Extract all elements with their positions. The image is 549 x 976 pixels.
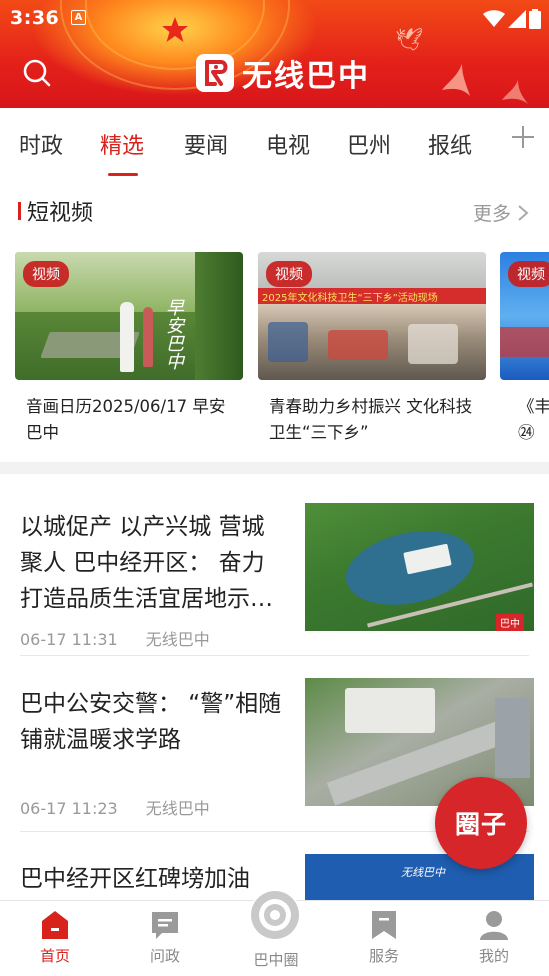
- video-thumbnail: 2025年文化科技卫生“三下乡”活动现场 视频: [258, 252, 486, 380]
- video-thumbnail: 视频: [500, 252, 549, 380]
- video-overlay-text: 早安巴中: [163, 298, 184, 370]
- active-tab-indicator: [108, 173, 138, 176]
- video-badge: 视频: [508, 261, 549, 287]
- bottom-nav: 首页 问政 巴中圈 服务 我的: [0, 889, 549, 976]
- nav-service[interactable]: 服务: [349, 909, 419, 966]
- status-bar: 3:36 A: [0, 0, 549, 36]
- news-time: 06-17 11:31: [20, 630, 118, 649]
- section-marker: [18, 202, 21, 220]
- nav-label: 问政: [149, 947, 180, 965]
- tab-dianshi[interactable]: 电视: [266, 128, 310, 160]
- tab-yaowen[interactable]: 要闻: [184, 128, 228, 160]
- video-card[interactable]: 早安巴中 视频 音画日历2025/06/17 早安巴中: [15, 252, 243, 446]
- wifi-icon: [483, 10, 505, 27]
- app-title: 无线巴中: [242, 59, 370, 94]
- news-source: 无线巴中: [145, 799, 210, 818]
- more-label: 更多: [472, 203, 511, 225]
- news-title: 巴中公安交警： “警”相随 铺就温暖求学路: [20, 691, 282, 753]
- app-header: 🕊 3:36 A 无线巴中: [0, 0, 549, 108]
- video-title: 《丰㉔: [518, 397, 549, 442]
- news-watermark: 巴中: [496, 614, 524, 631]
- tab-bazhou[interactable]: 巴州: [347, 128, 391, 160]
- chevron-right-icon: [518, 204, 529, 221]
- video-card[interactable]: 视频 《丰㉔: [500, 252, 549, 446]
- news-meta: 06-17 11:23 无线巴中: [20, 795, 210, 819]
- nav-bazhongquan[interactable]: [249, 889, 301, 941]
- logo-mark-icon: [196, 54, 234, 92]
- news-item[interactable]: 以城促产 以产兴城 营城聚人 巴中经开区： 奋力打造品质生活宜居地示… 06-1…: [0, 474, 549, 654]
- tab-baozhi[interactable]: 报纸: [428, 128, 472, 160]
- user-icon: [480, 911, 508, 940]
- app-screen: 🕊 3:36 A 无线巴中 时政 精选 要闻 电视 巴州 报纸 短视频 更多 早…: [0, 0, 549, 976]
- tab-jingxuan[interactable]: 精选: [100, 128, 144, 160]
- app-logo: 无线巴中: [196, 51, 370, 95]
- news-title: 以城促产 以产兴城 营城聚人 巴中经开区： 奋力打造品质生活宜居地示…: [20, 514, 273, 612]
- nav-wenzheng[interactable]: 问政: [130, 909, 200, 966]
- section-divider: [0, 462, 549, 474]
- video-title: 青春助力乡村振兴 文化科技卫生“三下乡”: [269, 397, 473, 442]
- more-link[interactable]: 更多: [473, 199, 529, 226]
- news-thumb-text: 无线巴中: [401, 866, 445, 879]
- video-title: 音画日历2025/06/17 早安巴中: [26, 397, 226, 442]
- tab-shizheng[interactable]: 时政: [19, 128, 63, 160]
- section-short-video: 短视频: [18, 196, 93, 226]
- video-badge: 视频: [23, 261, 69, 287]
- add-channel-icon[interactable]: [510, 124, 536, 150]
- message-icon: [152, 912, 178, 939]
- channel-tabs: 时政 精选 要闻 电视 巴州 报纸: [0, 108, 549, 180]
- camera-lens-icon: [251, 891, 299, 939]
- home-icon: [42, 911, 68, 939]
- video-badge: 视频: [266, 261, 312, 287]
- section-title: 短视频: [27, 201, 94, 226]
- nav-label[interactable]: 巴中圈: [246, 949, 306, 970]
- video-card[interactable]: 2025年文化科技卫生“三下乡”活动现场 视频 青春助力乡村振兴 文化科技卫生“…: [258, 252, 486, 446]
- search-icon[interactable]: [22, 58, 52, 88]
- video-thumbnail: 早安巴中 视频: [15, 252, 243, 380]
- signal-icon: [508, 10, 526, 28]
- nav-label: 首页: [39, 947, 70, 965]
- circle-float-button[interactable]: 圈子: [435, 777, 527, 869]
- nav-home[interactable]: 首页: [20, 909, 90, 966]
- bird-icon: [502, 80, 528, 104]
- nav-label: 我的: [478, 947, 509, 965]
- bird-icon: [442, 64, 470, 96]
- video-banner-text: 2025年文化科技卫生“三下乡”活动现场: [262, 293, 438, 304]
- battery-icon: [529, 9, 541, 29]
- status-icons: [483, 9, 541, 29]
- notification-icon: A: [71, 10, 86, 25]
- news-thumbnail: 巴中: [305, 503, 534, 631]
- nav-label: 服务: [368, 947, 399, 965]
- status-time: 3:36: [10, 7, 60, 29]
- bookmark-icon: [372, 911, 396, 939]
- news-time: 06-17 11:23: [20, 799, 118, 818]
- news-meta: 06-17 11:31 无线巴中: [20, 626, 210, 650]
- news-source: 无线巴中: [145, 630, 210, 649]
- nav-mine[interactable]: 我的: [459, 909, 529, 966]
